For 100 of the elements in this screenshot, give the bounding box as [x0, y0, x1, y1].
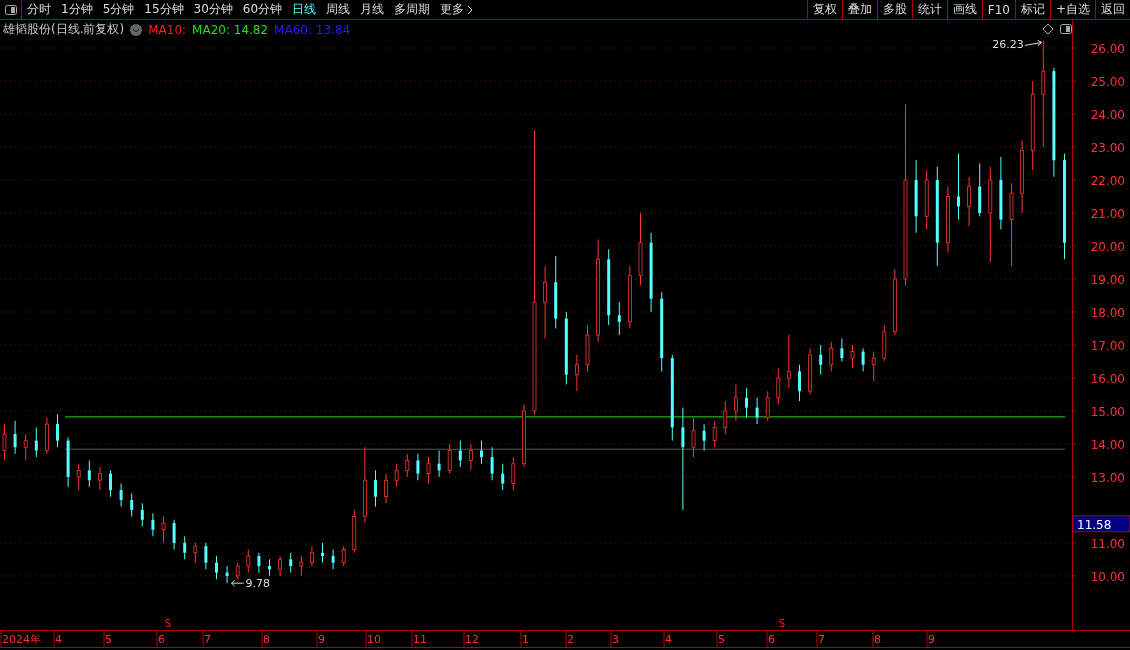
candlestick [289, 552, 293, 574]
price-tick-label: 17.00 [1090, 338, 1125, 353]
candlestick [776, 367, 781, 405]
candlestick [787, 334, 791, 389]
month-label: 10 [367, 633, 381, 646]
indicator-label: MA10: [148, 22, 187, 37]
candlestick [617, 301, 621, 336]
candlestick [405, 453, 410, 478]
candlestick [246, 549, 251, 574]
arrow-icon [1024, 39, 1043, 46]
signal-marker: S [164, 618, 172, 629]
candlestick [798, 364, 801, 402]
candlestick [819, 344, 823, 376]
candlestick [543, 265, 547, 339]
period-tab[interactable]: 周线 [321, 0, 356, 19]
price-tick-label: 14.00 [1090, 437, 1125, 452]
month-label: 11 [413, 633, 427, 646]
candlestick [511, 456, 516, 491]
candlestick [394, 463, 399, 488]
candlestick [119, 483, 123, 508]
arrow-icon [231, 579, 245, 587]
period-tab[interactable]: 5分钟 [97, 0, 140, 19]
candlestick [437, 450, 441, 478]
price-tick-label: 15.00 [1090, 404, 1125, 419]
price-tick-label: 19.00 [1090, 273, 1125, 287]
panel-icon[interactable] [1060, 24, 1072, 34]
candlestick [681, 407, 685, 511]
candlestick [501, 463, 505, 491]
period-tab[interactable]: 多周期 [389, 0, 436, 19]
diamond-icon [1042, 23, 1054, 35]
candlestick [140, 502, 144, 527]
period-tab[interactable]: 30分钟 [188, 0, 238, 19]
price-tick-label: 20.00 [1090, 240, 1125, 254]
price-tick-label: 13.00 [1090, 470, 1125, 485]
candlestick [416, 453, 420, 481]
period-tab[interactable]: 15分钟 [139, 0, 189, 19]
candlestick [458, 440, 462, 468]
month-label: 2 [567, 633, 574, 646]
candlestick [257, 552, 261, 574]
price-tick-label: 25.00 [1090, 75, 1125, 90]
candlestick [712, 420, 717, 448]
low-price-label: 9.78 [245, 577, 271, 591]
price-tick-label: 23.00 [1090, 141, 1125, 155]
candlestick [331, 549, 335, 570]
price-tick-label: 16.00 [1090, 371, 1125, 386]
month-label: 6 [158, 633, 165, 646]
candlestick [745, 387, 748, 419]
month-label: 6 [768, 633, 775, 646]
high-price-label: 26.23 [992, 38, 1024, 52]
candlestick [98, 466, 102, 491]
indicator-label: MA60: 13.84 [274, 22, 351, 37]
period-tab[interactable]: 60分钟 [237, 0, 288, 19]
candlestick [374, 469, 377, 508]
candlestick [341, 545, 346, 567]
month-label: 4 [665, 633, 672, 646]
period-tab[interactable]: 日线 [287, 0, 322, 19]
stock-title: 雄韬股份(日线.前复权) [3, 21, 125, 38]
candlestick [384, 473, 388, 504]
candlestick [56, 413, 59, 448]
candlestick [850, 344, 855, 369]
month-label: 4 [55, 633, 62, 646]
dropdown-icon[interactable] [130, 23, 143, 36]
price-tick-label: 22.00 [1090, 174, 1125, 188]
candlestick [215, 555, 218, 580]
month-label: 1 [522, 633, 529, 646]
period-tab[interactable]: 分时 [22, 0, 56, 19]
candlestick [490, 446, 494, 481]
candlestick [130, 492, 134, 518]
price-tick-label: 18.00 [1090, 305, 1125, 320]
candlestick [151, 512, 155, 537]
candlestick [299, 555, 304, 577]
candlestick [34, 426, 38, 458]
candlestick [321, 542, 324, 564]
month-label: 7 [204, 633, 211, 646]
month-label: 9 [318, 633, 325, 646]
chevron-right-icon [467, 4, 474, 15]
price-tick-label: 10.00 [1090, 569, 1125, 584]
candlestick [755, 397, 759, 425]
indicator-label: MA20: 14.82 [192, 22, 269, 37]
candlestick [861, 347, 865, 372]
candlestick [1041, 39, 1046, 148]
candlestick [957, 153, 960, 221]
candlestick [87, 459, 91, 488]
candlestick [76, 463, 81, 491]
month-label: 5 [718, 633, 725, 646]
month-label: 9 [928, 633, 935, 646]
candlestick [426, 456, 431, 485]
month-label: 3 [612, 633, 619, 646]
candlestick [967, 176, 971, 227]
candlestick [109, 469, 112, 498]
candlestick [723, 400, 728, 435]
period-tab[interactable]: 1分钟 [56, 0, 98, 19]
candlestick [871, 351, 876, 382]
candlestick [691, 417, 696, 458]
candlestick [480, 440, 483, 465]
candlestick [172, 519, 176, 550]
period-tab[interactable]: 更多 [435, 0, 479, 19]
candlestick [469, 443, 473, 471]
price-tick-label: 26.00 [1090, 42, 1125, 57]
period-tab[interactable]: 月线 [355, 0, 390, 19]
